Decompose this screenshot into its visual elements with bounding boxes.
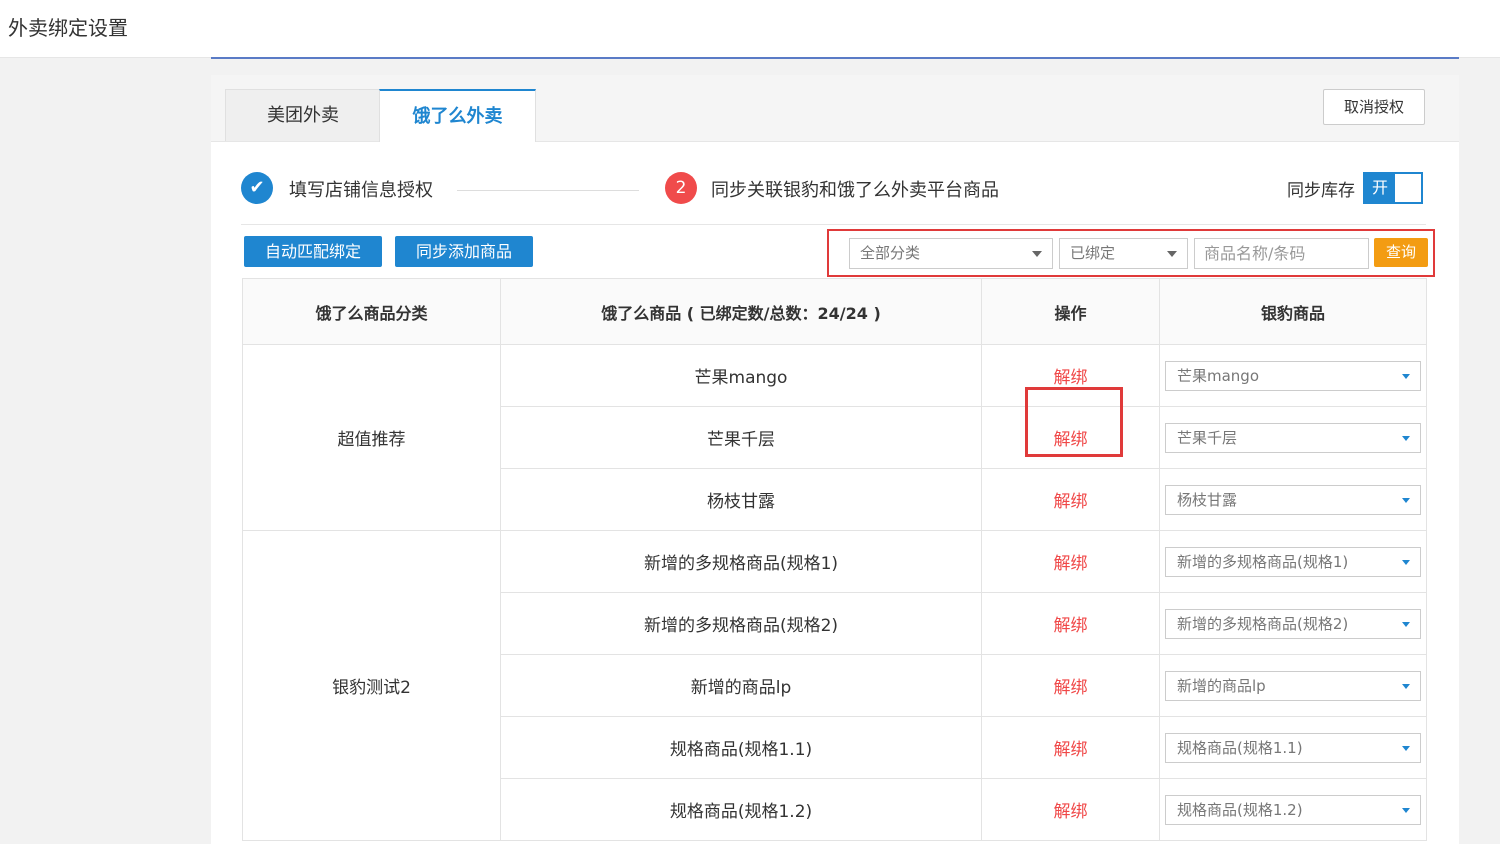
product-cell: 规格商品(规格1.1)	[500, 716, 982, 779]
product-cell: 新增的商品lp	[500, 654, 982, 717]
bound-product-cell: 新增的多规格商品(规格1)	[1159, 530, 1427, 593]
step-connector	[457, 190, 639, 191]
unbind-link[interactable]: 解绑	[1054, 554, 1088, 574]
product-cell: 规格商品(规格1.2)	[500, 778, 982, 841]
unbind-link[interactable]: 解绑	[1054, 678, 1088, 698]
bound-product-cell: 杨枝甘露	[1159, 468, 1427, 531]
bound-product-value: 新增的多规格商品(规格1)	[1177, 552, 1349, 571]
column-header-product: 饿了么商品 ( 已绑定数/总数：24/24 )	[500, 278, 982, 345]
caret-down-icon	[1402, 497, 1410, 503]
category-select[interactable]: 全部分类	[849, 238, 1053, 269]
product-cell: 新增的多规格商品(规格1)	[500, 530, 982, 593]
bound-product-select[interactable]: 新增的多规格商品(规格1)	[1165, 546, 1421, 577]
highlight-box	[1024, 387, 1123, 457]
tab-eleme[interactable]: 饿了么外卖	[379, 89, 536, 142]
product-cell: 新增的多规格商品(规格2)	[500, 592, 982, 655]
bound-product-select[interactable]: 新增的商品lp	[1165, 670, 1421, 701]
unbind-link[interactable]: 解绑	[1054, 368, 1088, 388]
check-icon: ✔	[241, 172, 273, 204]
bound-product-select[interactable]: 芒果mango	[1165, 360, 1421, 391]
bound-product-cell: 芒果千层	[1159, 406, 1427, 469]
unbind-link[interactable]: 解绑	[1054, 802, 1088, 822]
cancel-auth-button[interactable]: 取消授权	[1323, 89, 1425, 125]
action-cell: 解绑	[981, 778, 1160, 841]
bind-status-select[interactable]: 已绑定	[1059, 238, 1188, 269]
unbind-link[interactable]: 解绑	[1054, 492, 1088, 512]
unbind-highlight-wrap: 解绑	[1024, 387, 1123, 457]
caret-down-icon	[1167, 251, 1177, 257]
caret-down-icon	[1402, 683, 1410, 689]
tab-meituan[interactable]: 美团外卖	[225, 89, 381, 141]
action-cell: 解绑	[981, 654, 1160, 717]
bound-product-select[interactable]: 规格商品(规格1.2)	[1165, 794, 1421, 825]
divider	[241, 224, 1426, 225]
caret-down-icon	[1402, 621, 1410, 627]
bound-product-value: 新增的商品lp	[1177, 676, 1266, 695]
action-cell: 解绑	[981, 468, 1160, 531]
bound-product-select[interactable]: 杨枝甘露	[1165, 484, 1421, 515]
category-cell: 超值推荐	[242, 344, 501, 531]
caret-down-icon	[1402, 807, 1410, 813]
category-cell: 银豹测试2	[242, 530, 501, 841]
bound-product-cell: 新增的商品lp	[1159, 654, 1427, 717]
toggle-on-label: 开	[1365, 174, 1395, 202]
unbind-link[interactable]: 解绑	[1054, 740, 1088, 760]
step1-label: 填写店铺信息授权	[289, 180, 433, 201]
bind-status-value: 已绑定	[1070, 244, 1116, 262]
tab-bar: 美团外卖 饿了么外卖 取消授权	[211, 75, 1459, 142]
column-header-category: 饿了么商品分类	[242, 278, 501, 345]
sync-stock-label: 同步库存	[1287, 181, 1355, 201]
bound-product-value: 芒果mango	[1177, 366, 1260, 385]
bound-product-value: 杨枝甘露	[1177, 490, 1238, 509]
main-panel: 美团外卖 饿了么外卖 取消授权 ✔ 填写店铺信息授权 2 同步关联银豹和饿了么外…	[211, 75, 1459, 844]
column-header-bound-product: 银豹商品	[1159, 278, 1427, 345]
product-search-input[interactable]	[1194, 238, 1369, 269]
bound-product-value: 规格商品(规格1.2)	[1177, 800, 1303, 819]
bound-product-select[interactable]: 芒果千层	[1165, 422, 1421, 453]
table-row: 银豹测试2 新增的多规格商品(规格1) 解绑 新增的多规格商品(规格1)	[242, 530, 1427, 841]
caret-down-icon	[1402, 559, 1410, 565]
action-cell: 解绑	[981, 387, 1160, 469]
action-cell: 解绑	[981, 592, 1160, 655]
bound-product-select[interactable]: 新增的多规格商品(规格2)	[1165, 608, 1421, 639]
table-header-row: 饿了么商品分类 饿了么商品 ( 已绑定数/总数：24/24 ) 操作 银豹商品	[242, 278, 1427, 345]
action-cell: 解绑	[981, 530, 1160, 593]
query-button[interactable]: 查询	[1374, 238, 1428, 267]
column-header-action: 操作	[981, 278, 1160, 345]
product-cell: 芒果千层	[500, 406, 982, 469]
page-title: 外卖绑定设置	[8, 16, 128, 40]
bound-product-value: 规格商品(规格1.1)	[1177, 738, 1303, 757]
bound-product-cell: 芒果mango	[1159, 344, 1427, 407]
category-select-value: 全部分类	[860, 244, 921, 262]
table-row: 超值推荐 芒果mango 解绑 芒果mango	[242, 344, 1427, 531]
action-cell: 解绑	[981, 716, 1160, 779]
sync-stock-toggle[interactable]: 开	[1363, 172, 1423, 204]
unbind-link[interactable]: 解绑	[1054, 616, 1088, 636]
bound-product-cell: 规格商品(规格1.1)	[1159, 716, 1427, 779]
divider	[211, 57, 1459, 59]
caret-down-icon	[1032, 251, 1042, 257]
product-binding-table: 饿了么商品分类 饿了么商品 ( 已绑定数/总数：24/24 ) 操作 银豹商品 …	[242, 278, 1427, 841]
bound-product-cell: 新增的多规格商品(规格2)	[1159, 592, 1427, 655]
bound-product-value: 芒果千层	[1177, 428, 1238, 447]
bound-product-select[interactable]: 规格商品(规格1.1)	[1165, 732, 1421, 763]
product-cell: 杨枝甘露	[500, 468, 982, 531]
filter-bar: 全部分类 已绑定 查询	[827, 229, 1435, 277]
step2-label: 同步关联银豹和饿了么外卖平台商品	[711, 180, 999, 201]
step2-number-badge: 2	[665, 172, 697, 204]
top-bar: 外卖绑定设置	[0, 0, 1500, 58]
bound-product-value: 新增的多规格商品(规格2)	[1177, 614, 1349, 633]
sync-add-products-button[interactable]: 同步添加商品	[395, 236, 533, 267]
bound-product-cell: 规格商品(规格1.2)	[1159, 778, 1427, 841]
caret-down-icon	[1402, 745, 1410, 751]
auto-match-button[interactable]: 自动匹配绑定	[244, 236, 382, 267]
product-cell: 芒果mango	[500, 344, 982, 407]
caret-down-icon	[1402, 373, 1410, 379]
caret-down-icon	[1402, 435, 1410, 441]
